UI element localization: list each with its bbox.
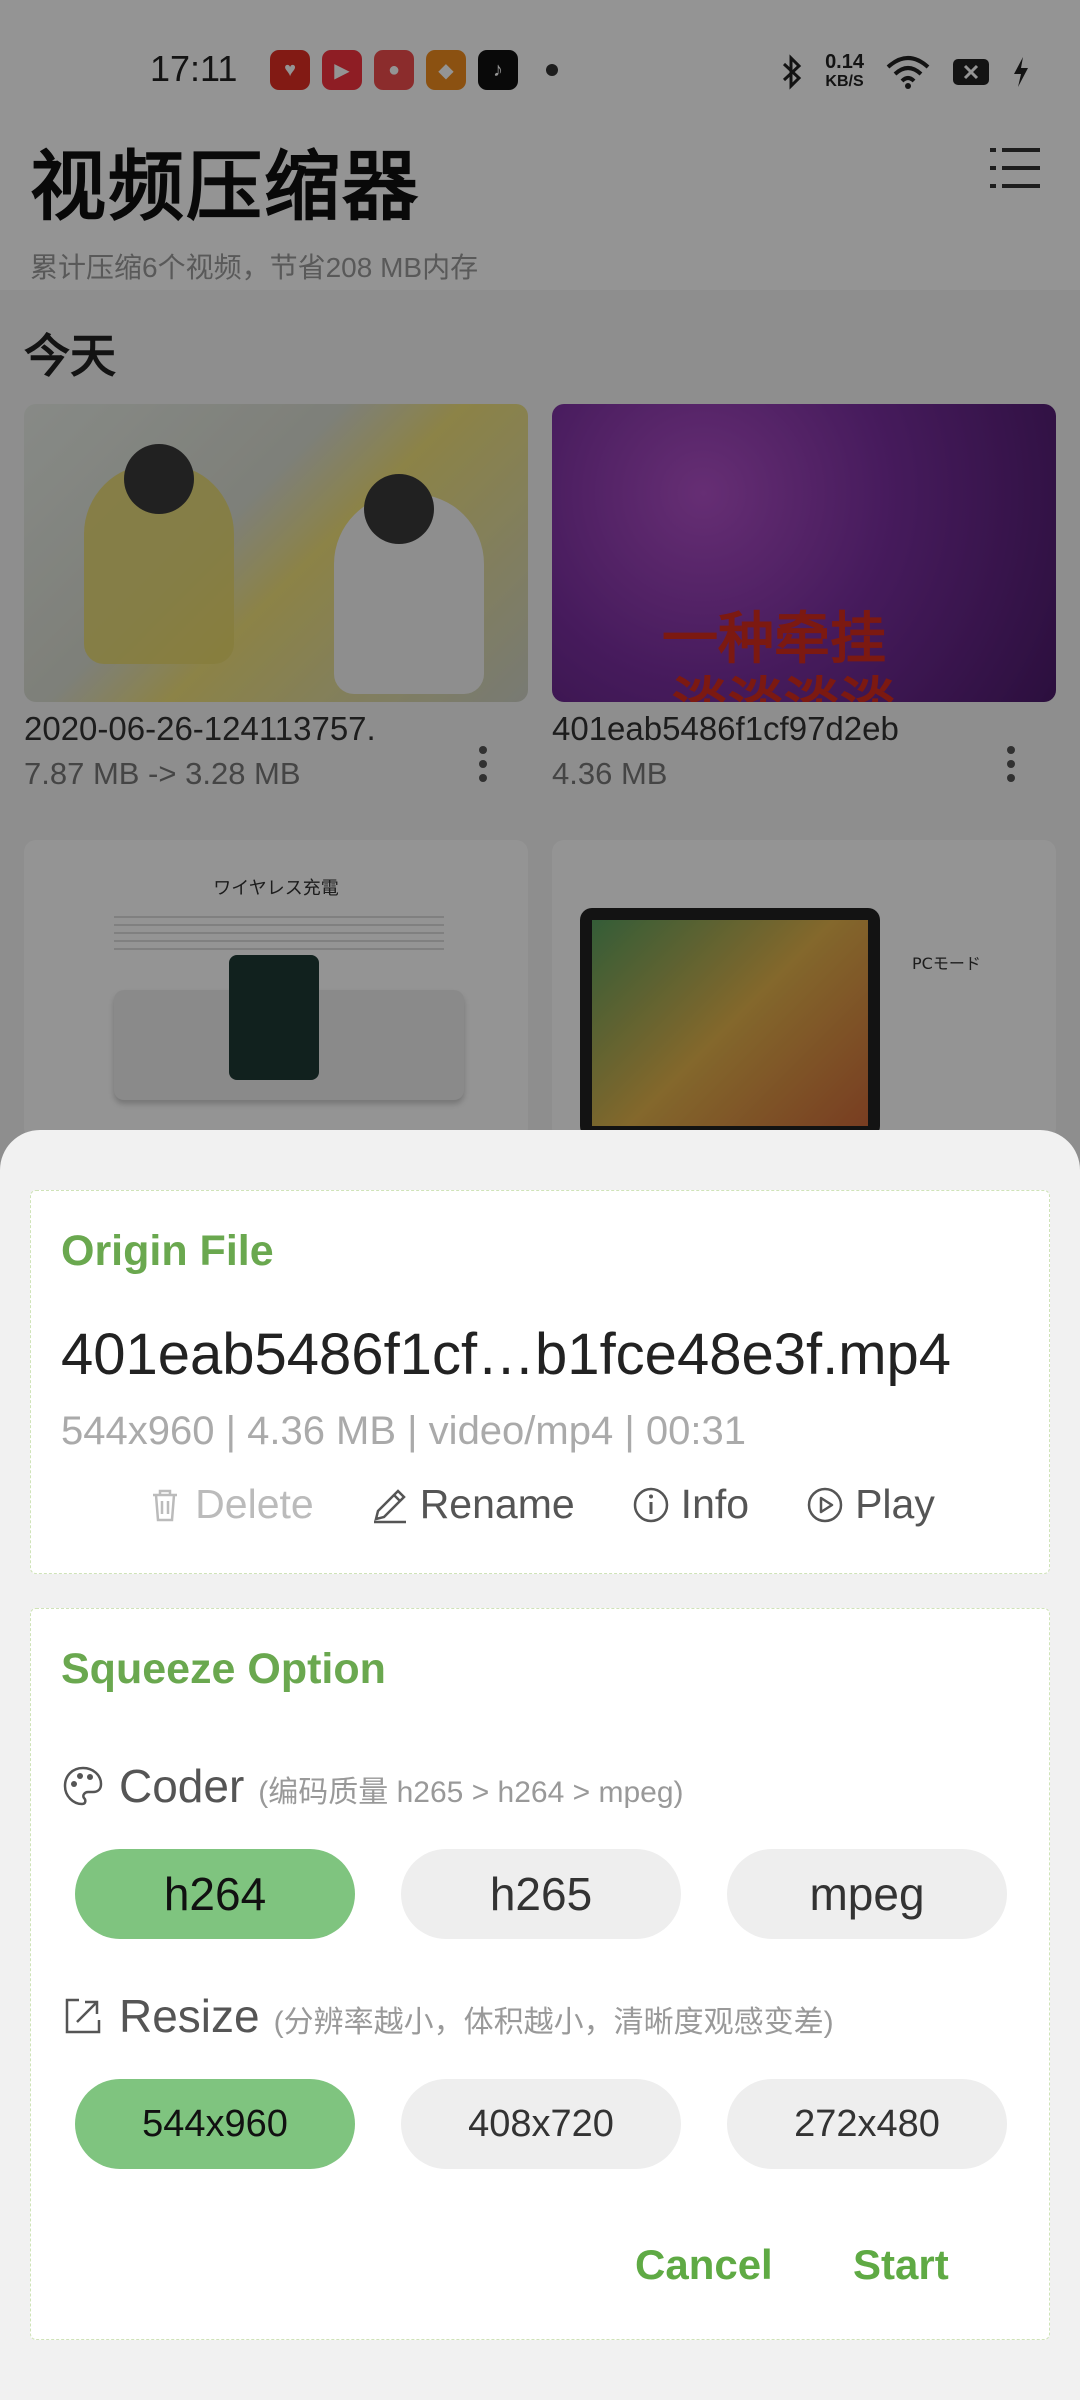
play-button[interactable]: Play bbox=[805, 1481, 935, 1528]
info-label: Info bbox=[680, 1481, 750, 1527]
origin-file-heading: Origin File bbox=[61, 1227, 274, 1275]
play-label: Play bbox=[855, 1481, 935, 1527]
coder-hint: (编码质量 h265 > h264 > mpeg) bbox=[258, 1776, 684, 1809]
resize-label: Resize bbox=[119, 1990, 260, 2042]
compress-bottom-sheet: Origin File 401eab5486f1cf…b1fce48e3f.mp… bbox=[0, 1130, 1080, 2400]
pencil-icon bbox=[373, 1488, 406, 1523]
resize-option-544x960[interactable]: 544x960 bbox=[75, 2079, 355, 2169]
file-meta: 544x960 | 4.36 MB | video/mp4 | 00:31 bbox=[61, 1409, 746, 1453]
trash-icon bbox=[153, 1489, 178, 1521]
resize-icon bbox=[65, 1998, 101, 2034]
rename-label: Rename bbox=[419, 1481, 575, 1527]
play-icon bbox=[807, 1487, 843, 1522]
resize-row-label: Resize (分辨率越小，体积越小，清晰度观感变差) bbox=[61, 1989, 834, 2043]
resize-option-272x480[interactable]: 272x480 bbox=[727, 2079, 1007, 2169]
resize-option-408x720[interactable]: 408x720 bbox=[401, 2079, 681, 2169]
squeeze-option-panel: Squeeze Option Coder (编码质量 h265 > h264 >… bbox=[30, 1608, 1050, 2340]
file-actions: Delete Rename Info Play bbox=[31, 1481, 1049, 1528]
coder-option-mpeg[interactable]: mpeg bbox=[727, 1849, 1007, 1939]
file-name: 401eab5486f1cf…b1fce48e3f.mp4 bbox=[61, 1322, 952, 1387]
delete-button[interactable]: Delete bbox=[145, 1481, 314, 1528]
coder-label: Coder bbox=[119, 1760, 245, 1812]
resize-options: 544x960 408x720 272x480 bbox=[75, 2079, 1007, 2169]
origin-file-panel: Origin File 401eab5486f1cf…b1fce48e3f.mp… bbox=[30, 1190, 1050, 1574]
coder-option-h265[interactable]: h265 bbox=[401, 1849, 681, 1939]
palette-icon bbox=[63, 1766, 103, 1806]
squeeze-option-heading: Squeeze Option bbox=[61, 1645, 386, 1693]
coder-option-h264[interactable]: h264 bbox=[75, 1849, 355, 1939]
rename-button[interactable]: Rename bbox=[370, 1481, 575, 1528]
start-button[interactable]: Start bbox=[853, 2241, 949, 2289]
info-icon bbox=[633, 1487, 668, 1522]
cancel-button[interactable]: Cancel bbox=[635, 2241, 773, 2289]
delete-label: Delete bbox=[195, 1481, 314, 1527]
coder-options: h264 h265 mpeg bbox=[75, 1849, 1007, 1939]
coder-row-label: Coder (编码质量 h265 > h264 > mpeg) bbox=[61, 1759, 684, 1813]
info-button[interactable]: Info bbox=[631, 1481, 749, 1528]
resize-hint: (分辨率越小，体积越小，清晰度观感变差) bbox=[273, 2006, 834, 2039]
